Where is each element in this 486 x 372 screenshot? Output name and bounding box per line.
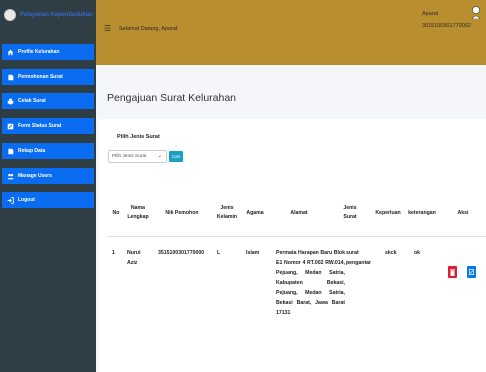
- column-header-keterangan: keterangan: [408, 210, 436, 216]
- cell-nama: Nurul Aziz: [127, 250, 141, 266]
- sidebar-item-cetak-surat[interactable]: Cetak Surat: [2, 93, 94, 109]
- sidebar-item-rekap-data[interactable]: Rekap Data: [2, 143, 94, 159]
- edit-button[interactable]: [467, 266, 476, 278]
- welcome-text: Selamat Datang, Aparat: [119, 26, 178, 32]
- cell-keterangan: ok: [414, 250, 421, 256]
- sidebar-item-permohonan-surat[interactable]: Permohonan Surat: [2, 69, 94, 85]
- sidebar-item-label: Rekap Data: [18, 148, 46, 154]
- cell-agama: Islam: [246, 250, 260, 256]
- column-header-nama: Nama Lengkap: [127, 205, 149, 220]
- edit-icon: [469, 269, 474, 275]
- delete-button[interactable]: [448, 266, 457, 278]
- brand-title: Pelayanan Kependudukan: [20, 12, 93, 18]
- cell-keperluan: skck: [385, 250, 397, 256]
- column-header-agama: Agama: [246, 210, 264, 216]
- edit-icon: [7, 123, 14, 129]
- table-divider: [108, 236, 486, 237]
- sidebar-item-form-status-surat[interactable]: Form Status Surat: [2, 118, 94, 134]
- print-icon: [7, 98, 14, 104]
- sidebar-item-logout[interactable]: Logout: [2, 192, 94, 208]
- filter-label: Pilih Jenis Surat: [117, 134, 160, 140]
- logout-icon: [7, 196, 14, 204]
- sidebar-item-label: Form Status Surat: [18, 123, 62, 129]
- letter-type-select[interactable]: Pilih Jenis Surat ⌄: [108, 150, 167, 163]
- column-header-alamat: Alamat: [290, 210, 308, 216]
- column-header-nik: Nik Pemohon: [165, 210, 199, 216]
- brand[interactable]: Pelayanan Kependudukan: [0, 0, 96, 30]
- content-card: Pilih Jenis Surat Pilih Jenis Surat ⌄ Ca…: [99, 119, 486, 372]
- sidebar-item-label: Manage Users: [18, 173, 52, 179]
- sidebar-item-label: Cetak Surat: [18, 98, 46, 104]
- main-content: Pengajuan Surat Kelurahan Pilih Jenis Su…: [96, 65, 486, 372]
- search-button[interactable]: Cari: [169, 151, 183, 162]
- user-avatar-icon[interactable]: [471, 6, 481, 19]
- sidebar-item-manage-users[interactable]: Manage Users: [2, 168, 94, 184]
- users-icon: [7, 173, 14, 179]
- sidebar-item-profile-kelurahan[interactable]: Profile Kelurahan: [2, 44, 94, 60]
- cell-jenis-surat: surat pengantar: [346, 250, 372, 266]
- document-icon: [8, 74, 14, 80]
- column-header-keperluan: Keperluan: [375, 210, 401, 216]
- trash-icon: [450, 268, 455, 276]
- column-header-aksi: Aksi: [457, 210, 469, 216]
- column-header-no: No: [112, 210, 120, 216]
- home-icon: [7, 49, 14, 55]
- logo-icon: [4, 9, 16, 21]
- sidebar-item-label: Logout: [18, 197, 35, 203]
- cell-nik: 3515100301770000: [158, 250, 205, 256]
- hamburger-menu-icon[interactable]: ☰: [104, 24, 111, 33]
- page-title: Pengajuan Surat Kelurahan: [107, 92, 237, 104]
- top-bar: ☰ Selamat Datang, Aparat Aparat 35151003…: [96, 0, 486, 65]
- cell-jenis-kelamin: L: [217, 250, 221, 256]
- cell-alamat: Permata Harapan Baru Blok E1 Nomor 4 RT.…: [276, 250, 345, 316]
- user-id: 3515100301770002: [422, 23, 471, 29]
- user-name: Aparat: [422, 11, 439, 17]
- sidebar-item-label: Permohonan Surat: [18, 74, 63, 80]
- select-value: Pilih Jenis Surat: [112, 154, 147, 159]
- cell-no: 1: [112, 250, 115, 256]
- document-icon: [8, 148, 14, 154]
- column-header-jenis-kelamin: Jenis Kelamin: [216, 205, 238, 220]
- sidebar-item-label: Profile Kelurahan: [18, 49, 60, 55]
- chevron-down-icon: ⌄: [157, 153, 162, 159]
- sidebar: Pelayanan Kependudukan Profile Kelurahan…: [0, 0, 96, 372]
- column-header-jenis-surat: Jenis Surat: [343, 205, 357, 220]
